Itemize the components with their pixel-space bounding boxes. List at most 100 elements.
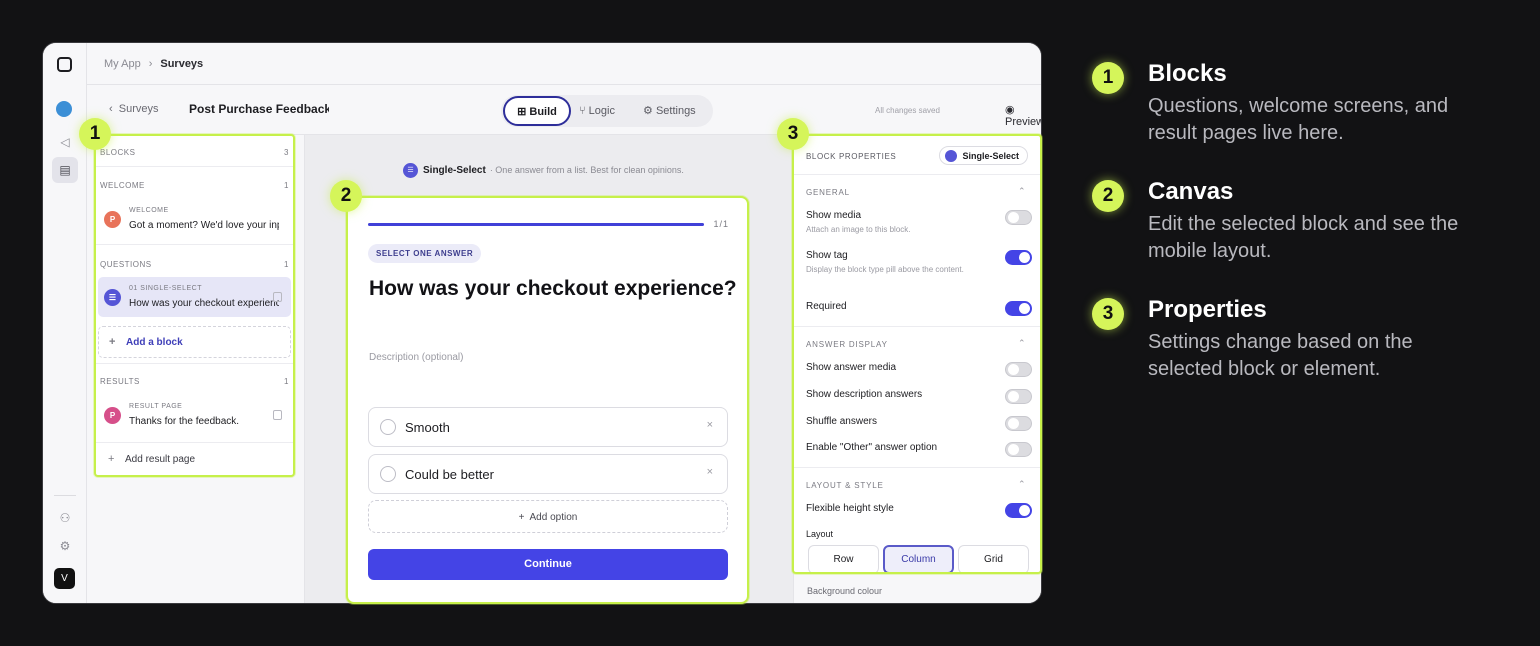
general-section-header[interactable]: GENERAL ⌃ — [806, 186, 1026, 197]
close-icon[interactable]: × — [707, 466, 713, 478]
tab-settings[interactable]: ⚙ Settings — [643, 99, 696, 123]
continue-button[interactable]: Continue — [368, 549, 728, 580]
survey-title[interactable]: Post Purchase Feedback Survey — [189, 102, 329, 116]
show-media-sub: Attach an image to this block. — [806, 225, 911, 234]
top-bar: My App › Surveys — [87, 43, 1041, 85]
show-answer-media-toggle[interactable] — [1005, 362, 1032, 377]
list-icon: ☰ — [403, 163, 418, 178]
tab-build[interactable]: ⊞ Build — [503, 96, 571, 126]
other-option-row: Enable "Other" answer option — [806, 442, 1034, 457]
workspace-icon[interactable] — [56, 101, 72, 117]
duplicate-icon[interactable] — [273, 410, 282, 420]
gear-icon[interactable]: ⚙ — [56, 537, 74, 555]
megaphone-icon[interactable]: ◁ — [56, 133, 74, 151]
shuffle-row: Shuffle answers — [806, 416, 1034, 431]
breadcrumb-app[interactable]: My App — [104, 58, 141, 70]
mode-tabs: ⊞ Build ⑂ Logic ⚙ Settings — [501, 95, 713, 127]
rail-divider — [54, 495, 76, 496]
question-title[interactable]: How was your checkout experience? — [369, 277, 737, 301]
description-input[interactable]: Description (optional) — [369, 352, 464, 363]
add-result-page-button[interactable]: + Add result page — [98, 444, 291, 475]
welcome-kind: WELCOME — [129, 207, 169, 214]
add-result-label: Add result page — [125, 454, 196, 465]
flexible-label: Flexible height style — [806, 503, 894, 514]
eye-icon: ◉ — [1005, 104, 1015, 116]
legend-desc: Questions, welcome screens, and result p… — [1148, 95, 1449, 144]
legend-desc: Settings change based on the selected bl… — [1148, 331, 1413, 380]
legend-title: Blocks — [1148, 60, 1227, 87]
divider — [96, 244, 293, 245]
radio-icon — [380, 466, 396, 482]
required-label: Required — [806, 301, 847, 312]
show-answer-media-label: Show answer media — [806, 362, 897, 373]
chevron-right-icon: › — [148, 58, 153, 70]
tab-settings-label: Settings — [655, 105, 696, 117]
block-type-hint: ☰ Single-Select · One answer from a list. … — [403, 163, 684, 178]
welcome-text: Got a moment? We'd love your input — [129, 220, 279, 231]
welcome-section: WELCOME 1 — [100, 181, 289, 190]
chevron-up-icon: ⌃ — [1018, 479, 1027, 489]
preview-button[interactable]: ◉ Preview — [1005, 103, 1042, 128]
user-avatar[interactable]: V — [54, 568, 75, 589]
results-section: RESULTS 1 — [100, 377, 289, 386]
add-option-label: Add option — [529, 512, 578, 523]
grid-icon: ⊞ — [517, 106, 527, 118]
layout-column-button[interactable]: Column — [883, 545, 954, 572]
divider — [96, 166, 293, 167]
layout-grid-button[interactable]: Grid — [958, 545, 1029, 572]
block-type-label: Single-Select — [962, 151, 1019, 161]
plus-icon: + — [108, 453, 115, 465]
other-option-toggle[interactable] — [1005, 442, 1032, 457]
show-tag-toggle[interactable] — [1005, 250, 1032, 265]
properties-panel: BLOCK PROPERTIES Single-Select GENERAL ⌃ … — [792, 134, 1042, 574]
tab-logic-label: Logic — [588, 105, 615, 117]
add-block-label: Add a block — [126, 337, 183, 348]
shuffle-label: Shuffle answers — [806, 416, 877, 427]
list-item-result[interactable]: P RESULT PAGE Thanks for the feedback. — [98, 395, 291, 435]
tab-build-label: Build — [529, 106, 557, 118]
blocks-count: 3 — [284, 148, 289, 157]
close-icon[interactable]: × — [707, 419, 713, 431]
type-hint-label: Single-Select — [423, 164, 486, 176]
app-logo-icon[interactable] — [57, 57, 72, 72]
list-item-question[interactable]: ☰ 01 SINGLE-SELECT How was your checkout… — [98, 277, 291, 317]
flexible-row: Flexible height style — [806, 503, 1034, 518]
question-tag[interactable]: SELECT ONE ANSWER — [368, 244, 482, 263]
legend-title: Properties — [1148, 296, 1267, 323]
question-text: How was your checkout experience? — [129, 298, 279, 309]
progress-text: 1/1 — [713, 219, 729, 229]
answer-option[interactable]: Could be better × — [368, 454, 728, 494]
blocks-panel: BLOCKS 3 WELCOME 1 P WELCOME Got a moment?… — [94, 134, 295, 477]
tab-logic[interactable]: ⑂ Logic — [579, 99, 615, 123]
add-option-button[interactable]: + Add option — [368, 500, 728, 533]
layout-row-button[interactable]: Row — [808, 545, 879, 572]
add-block-button[interactable]: + Add a block — [98, 326, 291, 358]
back-button[interactable]: ‹ Surveys — [109, 103, 159, 115]
show-media-toggle[interactable] — [1005, 210, 1032, 225]
duplicate-icon[interactable] — [273, 292, 282, 302]
list-icon: ☰ — [104, 289, 121, 306]
clipboard-icon[interactable]: ▤ — [52, 157, 78, 183]
legend-desc: Edit the selected block and see the mobi… — [1148, 213, 1459, 262]
show-media-label: Show media — [806, 210, 862, 221]
answer-option[interactable]: Smooth × — [368, 407, 728, 447]
show-tag-row: Show tag Display the block type pill abo… — [806, 250, 1034, 275]
shuffle-toggle[interactable] — [1005, 416, 1032, 431]
required-toggle[interactable] — [1005, 301, 1032, 316]
divider — [794, 467, 1040, 468]
legend-item-blocks: 1 Blocks Questions, welcome screens, and… — [1092, 60, 1512, 160]
breadcrumb-surveys[interactable]: Surveys — [160, 58, 203, 70]
show-desc-answers-toggle[interactable] — [1005, 389, 1032, 404]
type-hint-text: · One answer from a list. Best for clean… — [489, 164, 684, 175]
list-item-welcome[interactable]: P WELCOME Got a moment? We'd love your i… — [98, 199, 291, 239]
callout-badge-1: 1 — [79, 118, 111, 150]
background-colour-label: Background colour — [807, 586, 883, 596]
answer-display-section-header[interactable]: ANSWER DISPLAY ⌃ — [806, 338, 1026, 349]
layout-style-section-header[interactable]: LAYOUT & STYLE ⌃ — [806, 479, 1026, 490]
flexible-toggle[interactable] — [1005, 503, 1032, 518]
users-icon[interactable]: ⚇ — [56, 509, 74, 527]
preview-label: Preview — [1005, 116, 1042, 128]
gear-icon: ⚙ — [643, 105, 653, 117]
questions-section: QUESTIONS 1 — [100, 260, 289, 269]
save-status: All changes saved — [875, 106, 940, 115]
